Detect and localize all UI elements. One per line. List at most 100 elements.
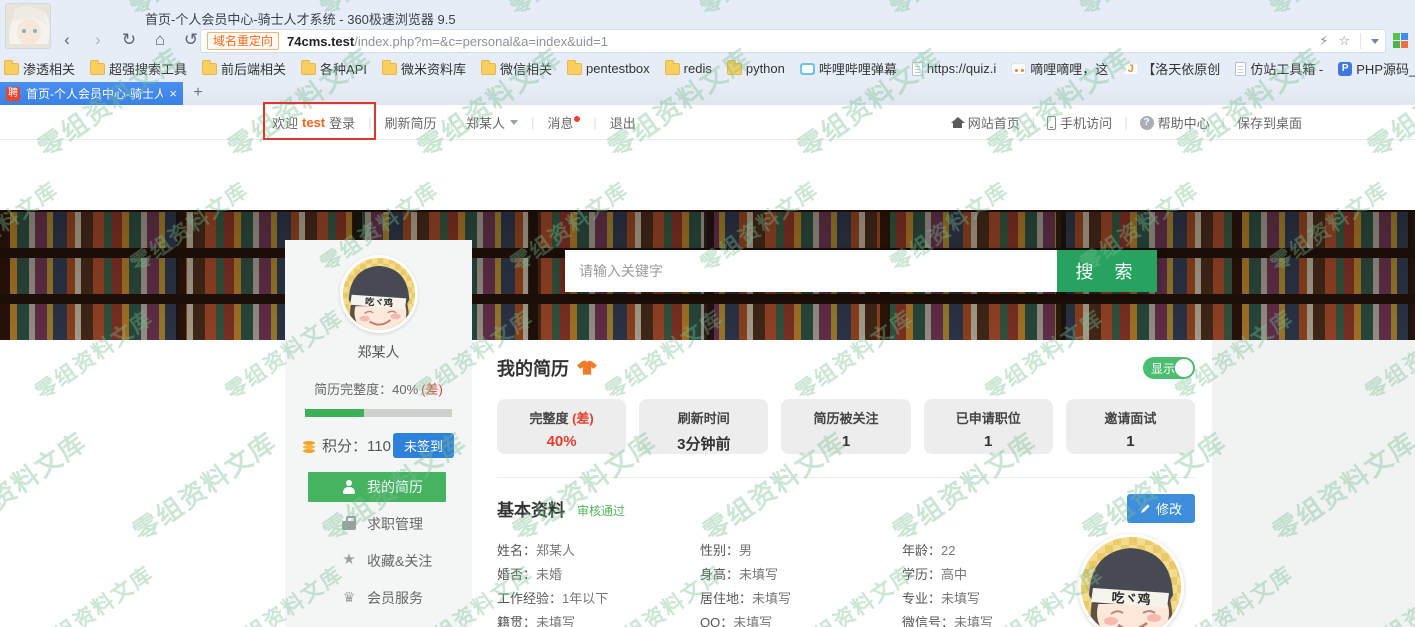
bookmark-item[interactable]: 各种API (301, 59, 367, 78)
toggle-label: 显示 (1151, 360, 1175, 377)
stat-card: 完整度 (差) 40% (497, 399, 626, 454)
new-tab-button[interactable]: + (183, 82, 213, 105)
field-value: 未婚 (536, 567, 562, 582)
field-label: 性别： (700, 543, 739, 558)
divider: | (450, 115, 453, 130)
stat-card: 已申请职位 1 (924, 399, 1053, 454)
review-status: 审核通过 (577, 502, 625, 519)
tab-close-icon[interactable]: × (169, 86, 177, 101)
bookmark-item[interactable]: 渗透相关 (4, 59, 75, 78)
save-desktop-link[interactable]: 保存到桌面 (1237, 113, 1302, 132)
bookmark-label: 嘀哩嘀哩，这 (1030, 59, 1108, 78)
redirect-badge: 域名重定向 (207, 32, 279, 50)
bookmark-label: 渗透相关 (23, 59, 75, 78)
browser-chrome: 首页-个人会员中心-骑士人才系统 - 360极速浏览器 9.5 ‹ › ↻ ⌂ … (0, 0, 1415, 55)
checkin-button[interactable]: 未签到 (393, 433, 454, 458)
bookmark-icon (4, 63, 19, 75)
bookmark-item[interactable]: 前后端相关 (202, 59, 286, 78)
field-value: 22 (941, 543, 955, 558)
bookmark-label: 超强搜索工具 (109, 59, 187, 78)
address-bar[interactable]: 域名重定向 74cms.test/index.php?m=&c=personal… (200, 29, 1386, 53)
dropdown-caret-icon[interactable] (1371, 39, 1379, 48)
bookmark-item[interactable]: 微信相关 (481, 59, 552, 78)
browser-avatar-image (6, 4, 51, 49)
toggle-knob (1175, 359, 1193, 377)
account-menu[interactable]: 郑某人 (466, 113, 518, 132)
bookmark-icon (727, 63, 742, 75)
menu-item-label: 我的简历 (367, 477, 423, 497)
stat-label: 邀请面试 (1066, 408, 1195, 427)
browser-tab[interactable]: 聘 首页-个人会员中心-骑士人才系统 × (0, 82, 183, 105)
user-bar: 欢迎 test 登录 | 刷新简历 | 郑某人 | 消息 | 退出 网站首页 (0, 105, 1415, 140)
progress-fill (305, 409, 364, 417)
phone-icon (1047, 116, 1056, 130)
resume-stats: 完整度 (差) 40% 刷新时间 3分钟前 简历被关注 1 已申请职位 1 邀请… (497, 399, 1195, 454)
restore-button[interactable]: ↺ (180, 28, 202, 52)
bookmark-item[interactable]: python (727, 61, 785, 76)
sidebar-menu-item[interactable]: 我的简历 (308, 472, 446, 502)
search-button[interactable]: 搜 索 (1057, 250, 1157, 292)
browser-profile-avatar[interactable] (5, 3, 51, 49)
bookmark-item[interactable]: 微米资料库 (382, 59, 466, 78)
bookmark-item[interactable]: 【洛天依原创 (1123, 59, 1220, 78)
visibility-toggle[interactable]: 显示 (1143, 357, 1195, 379)
home-button[interactable]: ⌂ (149, 28, 171, 52)
refresh-button[interactable]: ↻ (118, 28, 140, 52)
bookmark-item[interactable]: 仿站工具箱 - (1235, 59, 1323, 78)
help-center-link[interactable]: ? 帮助中心 (1140, 113, 1210, 132)
edit-button[interactable]: 修改 (1127, 494, 1195, 523)
info-field: 居住地：未填写 (700, 588, 902, 612)
bookmark-item[interactable]: 超强搜索工具 (90, 59, 187, 78)
user-name: 郑某人 (285, 342, 472, 362)
sidebar-menu-item[interactable]: 求职管理 (308, 509, 446, 539)
menu-item-icon (341, 553, 357, 569)
bolt-icon[interactable]: ⚡ (1319, 33, 1328, 49)
field-label: 婚否： (497, 567, 536, 582)
bookmark-item[interactable]: https://quiz.i (912, 61, 996, 76)
field-value: 未填写 (739, 567, 778, 582)
bookmark-item[interactable]: 嘀哩嘀哩，这 (1011, 59, 1108, 78)
search-input[interactable] (565, 250, 1057, 292)
bookmark-icon (301, 63, 316, 75)
favorite-star-icon[interactable]: ☆ (1338, 33, 1350, 49)
bookmark-icon (665, 63, 680, 75)
bookmark-item[interactable]: pentestbox (567, 61, 650, 76)
site-home-link[interactable]: 网站首页 (951, 113, 1020, 132)
back-button[interactable]: ‹ (56, 28, 78, 52)
field-label: 专业： (902, 591, 941, 606)
bookmark-item[interactable]: PHP源码_PH (1338, 59, 1415, 78)
sidebar-menu-item[interactable]: 收藏&关注 (308, 546, 446, 576)
bookmark-item[interactable]: 哔哩哔哩弹幕 (800, 59, 897, 78)
divider (1360, 33, 1361, 49)
apps-grid-icon[interactable] (1393, 33, 1408, 48)
menu-item-icon (341, 516, 357, 532)
logout-link[interactable]: 退出 (610, 113, 636, 132)
field-value: 高中 (941, 567, 967, 582)
stat-label: 完整度 (差) (497, 408, 626, 427)
bookmark-label: 前后端相关 (221, 59, 286, 78)
refresh-resume-link[interactable]: 刷新简历 (385, 113, 437, 132)
bookmark-icon (90, 63, 105, 75)
completeness-progress-bar (305, 409, 452, 417)
sidebar-menu-item[interactable]: 会员服务 (308, 583, 446, 613)
tab-title: 首页-个人会员中心-骑士人才系统 (26, 85, 163, 102)
mobile-access-link[interactable]: 手机访问 (1047, 113, 1112, 132)
bookmark-icon (1235, 62, 1246, 76)
resume-panel: 我的简历 显示 完整度 (差) 40% 刷新时间 3分钟前 简历被关注 1 已申… (480, 340, 1212, 627)
bookmark-label: PHP源码_PH (1356, 59, 1415, 78)
menu-item-icon (341, 479, 357, 495)
bookmark-icon (382, 63, 397, 75)
bookmark-item[interactable]: redis (665, 61, 712, 76)
bookmark-label: 仿站工具箱 - (1250, 59, 1323, 78)
bookmark-icon (567, 63, 582, 75)
messages-link[interactable]: 消息 (547, 113, 580, 132)
user-avatar[interactable] (340, 255, 418, 333)
stat-card: 简历被关注 1 (781, 399, 910, 454)
url-path: /index.php?m=&c=personal&a=index&uid=1 (354, 34, 608, 49)
sidebar-menu-item[interactable]: 账号管理 (308, 620, 446, 627)
info-field: QQ：未填写 (700, 612, 902, 627)
field-label: 身高： (700, 567, 739, 582)
bookmark-label: https://quiz.i (927, 61, 996, 76)
bookmark-label: python (746, 61, 785, 76)
forward-button[interactable]: › (87, 28, 109, 52)
